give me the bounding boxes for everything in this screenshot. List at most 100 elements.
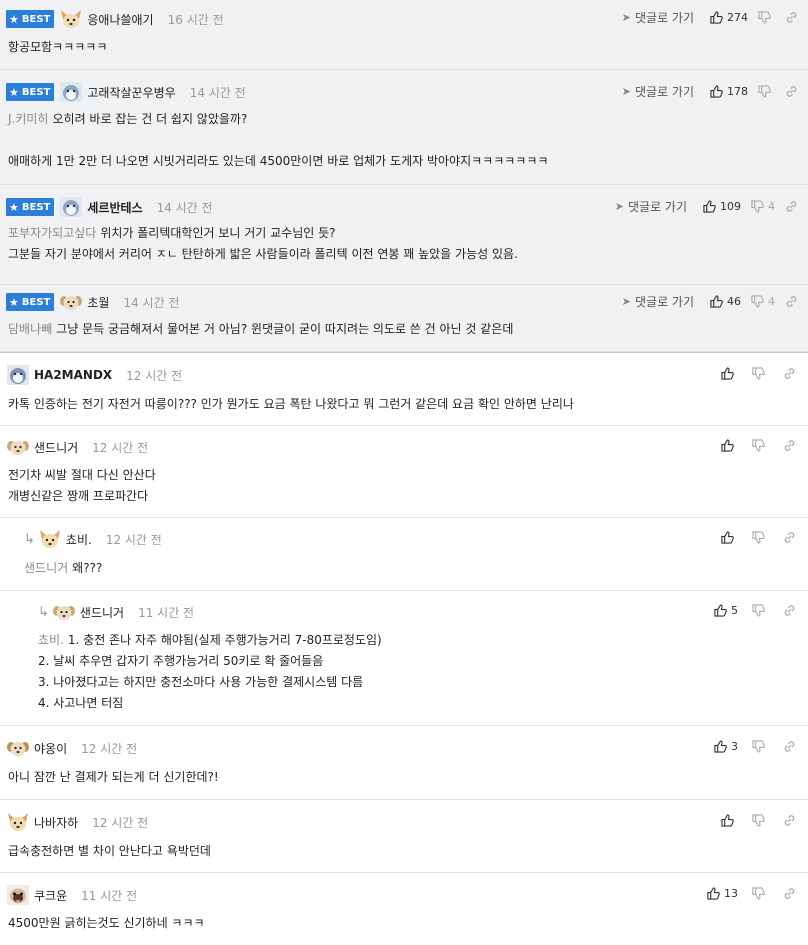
upvote-button[interactable]: 3: [714, 740, 738, 753]
nickname[interactable]: 샌드니거: [80, 604, 124, 621]
comment: 샌드니거 12 시간 전 전기차 씨발 절대 다신 안산다 개병신같은 짱깨 프…: [0, 426, 808, 518]
dog-avatar[interactable]: [6, 811, 30, 833]
nickname[interactable]: 초월: [87, 294, 109, 311]
comment-text: 2. 날씨 추우면 갑자기 주행가능거리 50키로 확 줄어들음: [38, 654, 324, 668]
thumbs-down-icon: [752, 603, 765, 617]
link-icon: [786, 11, 797, 23]
reply-link[interactable]: ➤ 댓글로 가기: [622, 83, 694, 100]
upvote-button[interactable]: 178: [710, 85, 748, 98]
mention[interactable]: J.키미히: [8, 112, 48, 126]
downvote-button[interactable]: [752, 530, 769, 544]
comment-text: 왜???: [72, 561, 103, 575]
thumbs-up-icon: [721, 438, 734, 452]
share-button[interactable]: [783, 439, 796, 452]
timestamp: 12 시간 전: [92, 815, 149, 830]
link-icon: [784, 367, 795, 379]
nickname[interactable]: 야옹이: [34, 740, 67, 757]
downvote-button[interactable]: [752, 366, 769, 380]
reply-link[interactable]: ➤ 댓글로 가기: [622, 9, 694, 26]
upvote-button[interactable]: [721, 813, 738, 827]
nickname[interactable]: 쿠크윤: [34, 887, 67, 904]
thumbs-down-icon: [752, 886, 765, 900]
thumbs-down-icon: [758, 84, 771, 98]
puppy-avatar[interactable]: [6, 737, 30, 759]
downvote-button[interactable]: [752, 886, 769, 900]
star-icon: ★: [9, 85, 19, 99]
share-button[interactable]: [785, 295, 798, 308]
comment: 나바자하 12 시간 전 급속충전하면 별 차이 안난다고 욕박던데: [0, 800, 808, 873]
puppy-avatar[interactable]: [6, 436, 30, 458]
best-badge: ★ BEST: [6, 83, 55, 101]
dog-avatar[interactable]: [59, 8, 83, 30]
mention[interactable]: 쵸비.: [38, 633, 64, 647]
upvote-button[interactable]: [721, 530, 738, 544]
comment-text: 3. 나아졌다고는 하지만 충전소마다 사용 가능한 결제시스템 다름: [38, 675, 364, 689]
reply-arrow-icon: ↳: [24, 531, 35, 547]
send-icon: ➤: [621, 84, 631, 98]
dog-avatar[interactable]: [38, 528, 62, 550]
link-icon: [786, 200, 797, 212]
upvote-button[interactable]: [721, 366, 738, 380]
mention[interactable]: 담배나빼: [8, 322, 52, 336]
thumbs-up-icon: [710, 294, 723, 308]
nickname[interactable]: 샌드니거: [34, 439, 78, 456]
share-button[interactable]: [785, 11, 798, 24]
link-icon: [786, 295, 797, 307]
share-button[interactable]: [783, 367, 796, 380]
comment-text: 항공모함ㅋㅋㅋㅋㅋ: [8, 40, 108, 54]
star-icon: ★: [9, 295, 19, 309]
nickname[interactable]: 응애나쓸애기: [87, 11, 153, 28]
puppy-avatar[interactable]: [59, 291, 83, 313]
share-button[interactable]: [785, 85, 798, 98]
thumbs-down-icon: [752, 366, 765, 380]
thumbs-up-icon: [721, 530, 734, 544]
pug-avatar[interactable]: [6, 884, 30, 906]
comment-text: 1. 충전 존나 자주 해야됨(실제 주행가능거리 7-80프로정도임): [67, 633, 382, 647]
link-icon: [784, 740, 795, 752]
share-button[interactable]: [783, 740, 796, 753]
comment-text: 그분들 자기 분야에서 커리어 ㅈㄴ 탄탄하게 밟은 사람들이라 폴리텍 이전 …: [8, 247, 518, 261]
upvote-button[interactable]: 46: [710, 295, 741, 308]
share-button[interactable]: [785, 200, 798, 213]
link-icon: [786, 85, 797, 97]
upvote-button[interactable]: 5: [714, 604, 738, 617]
upvote-button[interactable]: 13: [707, 887, 738, 900]
share-button[interactable]: [783, 604, 796, 617]
best-comment: ★ BEST 세르반테스 14 시간 전 ➤ 댓글로 가기 109 4 포부자가되고…: [0, 185, 808, 285]
downvote-button[interactable]: 4: [751, 200, 775, 213]
upvote-button[interactable]: 109: [703, 200, 741, 213]
nickname[interactable]: HA2MANDX: [34, 368, 112, 382]
husky-avatar[interactable]: [59, 81, 83, 103]
downvote-button[interactable]: [758, 84, 775, 98]
husky-avatar[interactable]: [59, 196, 83, 218]
downvote-button[interactable]: [752, 739, 769, 753]
nickname[interactable]: 나바자하: [34, 814, 78, 831]
thumbs-up-icon: [707, 886, 720, 900]
best-comment: ★ BEST 고래작살꾼우병우 14 시간 전 ➤ 댓글로 가기 178 J.키미히…: [0, 70, 808, 185]
nickname[interactable]: 세르반테스: [87, 199, 142, 216]
star-icon: ★: [9, 200, 19, 214]
share-button[interactable]: [783, 887, 796, 900]
reply-link[interactable]: ➤ 댓글로 가기: [615, 198, 687, 215]
downvote-button[interactable]: [752, 438, 769, 452]
share-button[interactable]: [783, 814, 796, 827]
thumbs-down-icon: [752, 438, 765, 452]
husky-avatar[interactable]: [6, 364, 30, 386]
mention[interactable]: 샌드니거: [24, 561, 68, 575]
nickname[interactable]: 고래작살꾼우병우: [87, 84, 175, 101]
upvote-button[interactable]: 274: [710, 11, 748, 24]
puppy-avatar[interactable]: [52, 601, 76, 623]
reply-link[interactable]: ➤ 댓글로 가기: [622, 293, 694, 310]
mention[interactable]: 포부자가되고싶다: [8, 226, 96, 240]
best-badge: ★ BEST: [6, 10, 55, 28]
nickname[interactable]: 쵸비.: [66, 531, 92, 548]
downvote-button[interactable]: 4: [751, 295, 775, 308]
upvote-button[interactable]: [721, 438, 738, 452]
downvote-button[interactable]: [752, 813, 769, 827]
downvote-button[interactable]: [752, 603, 769, 617]
downvote-button[interactable]: [758, 10, 775, 24]
best-comment: ★ BEST 초월 14 시간 전 ➤ 댓글로 가기 46 4 담배나빼 그냥 문득 …: [0, 285, 808, 352]
comment-text: 개병신같은 짱깨 프로파간다: [8, 489, 149, 503]
timestamp: 12 시간 전: [81, 741, 138, 756]
share-button[interactable]: [783, 531, 796, 544]
